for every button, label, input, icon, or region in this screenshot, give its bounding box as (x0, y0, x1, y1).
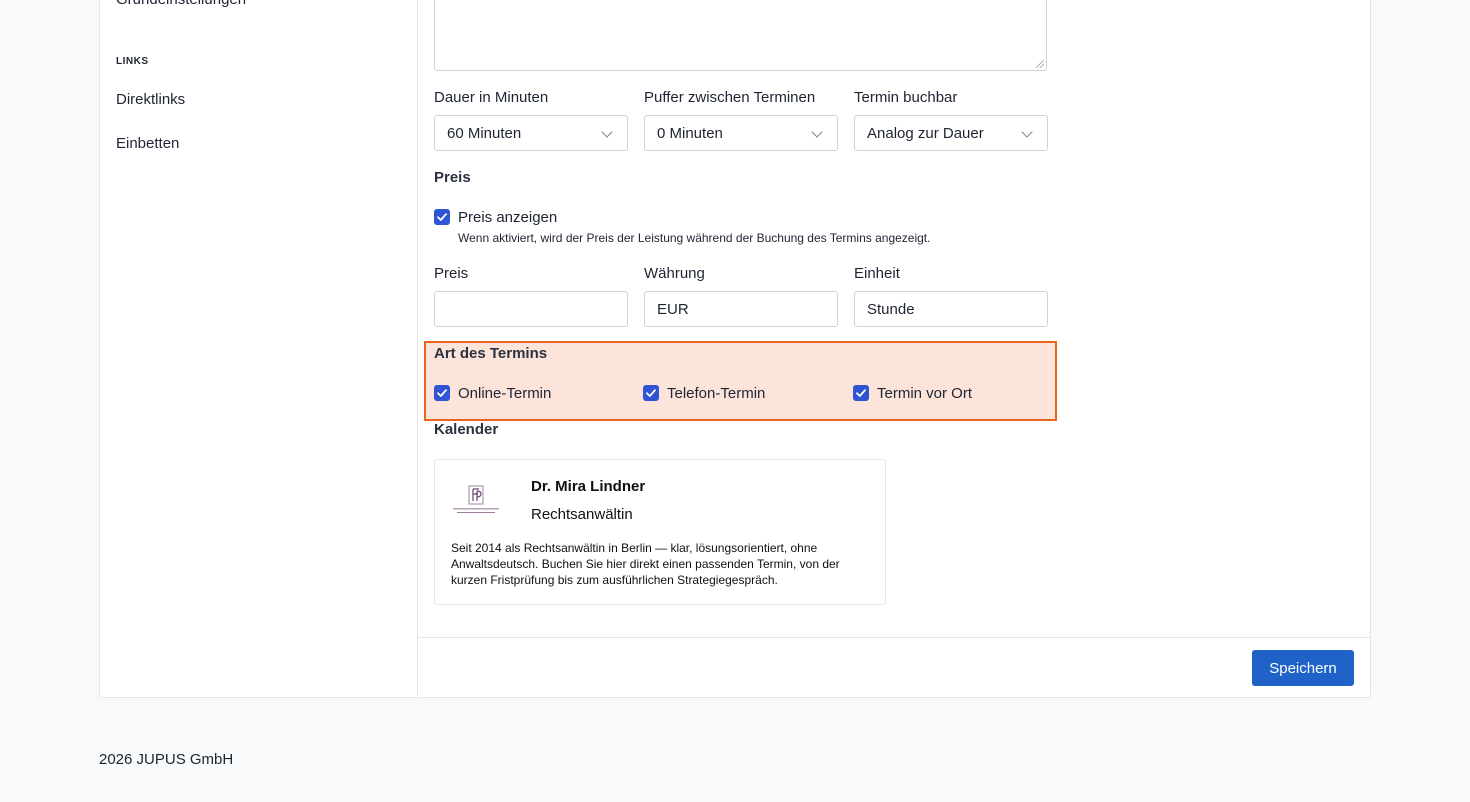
termin-vor-ort-checkbox[interactable] (853, 385, 869, 401)
resize-grip-icon[interactable] (1036, 60, 1044, 68)
telefon-termin-checkbox[interactable] (643, 385, 659, 401)
buffer-select[interactable]: 0 Minuten (644, 115, 838, 151)
appointment-type-title: Art des Termins (434, 345, 548, 362)
calendar-profile-card[interactable]: Dr. Mira Lindner Rechtsanwältin Seit 201… (434, 459, 886, 605)
buffer-label: Puffer zwischen Terminen (644, 89, 816, 106)
show-price-help: Wenn aktiviert, wird der Preis der Leist… (458, 231, 931, 245)
save-button[interactable]: Speichern (1252, 650, 1354, 686)
chevron-down-icon (811, 126, 823, 138)
unit-label: Einheit (854, 265, 900, 282)
price-section-title: Preis (434, 169, 471, 186)
currency-label: Währung (644, 265, 705, 282)
check-icon (646, 389, 656, 397)
buffer-value: 0 Minuten (657, 124, 723, 142)
show-price-label: Preis anzeigen (458, 209, 558, 226)
duration-label: Dauer in Minuten (434, 89, 549, 106)
form-footer-divider (418, 637, 1370, 638)
settings-card: Grundeinstellungen LINKS Direktlinks Ein… (99, 0, 1371, 698)
online-termin-label: Online-Termin (458, 385, 552, 402)
unit-input[interactable]: Stunde (854, 291, 1048, 327)
page-footer-copyright: 2026 JUPUS GmbH (99, 751, 234, 768)
check-icon (437, 213, 447, 221)
sidebar-item-einbetten[interactable]: Einbetten (116, 135, 179, 152)
termin-vor-ort-label: Termin vor Ort (877, 385, 973, 402)
calendar-owner-role: Rechtsanwältin (531, 506, 633, 523)
check-icon (437, 389, 447, 397)
law-firm-logo-icon (451, 484, 501, 518)
check-icon (856, 389, 866, 397)
chevron-down-icon (601, 126, 613, 138)
show-price-checkbox[interactable] (434, 209, 450, 225)
telefon-termin-label: Telefon-Termin (667, 385, 766, 402)
sidebar: Grundeinstellungen LINKS Direktlinks Ein… (100, 0, 418, 697)
online-termin-checkbox[interactable] (434, 385, 450, 401)
chevron-down-icon (1021, 126, 1033, 138)
duration-value: 60 Minuten (447, 124, 522, 142)
main-form: Dauer in Minuten Puffer zwischen Termine… (418, 0, 1370, 697)
calendar-owner-description: Seit 2014 als Rechtsanwältin in Berlin —… (451, 541, 840, 587)
bookable-label: Termin buchbar (854, 89, 958, 106)
bookable-select[interactable]: Analog zur Dauer (854, 115, 1048, 151)
bookable-value: Analog zur Dauer (867, 124, 984, 142)
sidebar-item-direktlinks[interactable]: Direktlinks (116, 91, 185, 108)
duration-select[interactable]: 60 Minuten (434, 115, 628, 151)
sidebar-heading-links: LINKS (116, 56, 149, 67)
calendar-title: Kalender (434, 421, 499, 438)
currency-input[interactable]: EUR (644, 291, 838, 327)
description-textarea[interactable] (434, 0, 1047, 71)
price-label: Preis (434, 265, 469, 282)
calendar-owner-name: Dr. Mira Lindner (531, 478, 646, 495)
sidebar-item-grundeinstellungen[interactable]: Grundeinstellungen (116, 0, 246, 8)
price-input[interactable] (434, 291, 628, 327)
